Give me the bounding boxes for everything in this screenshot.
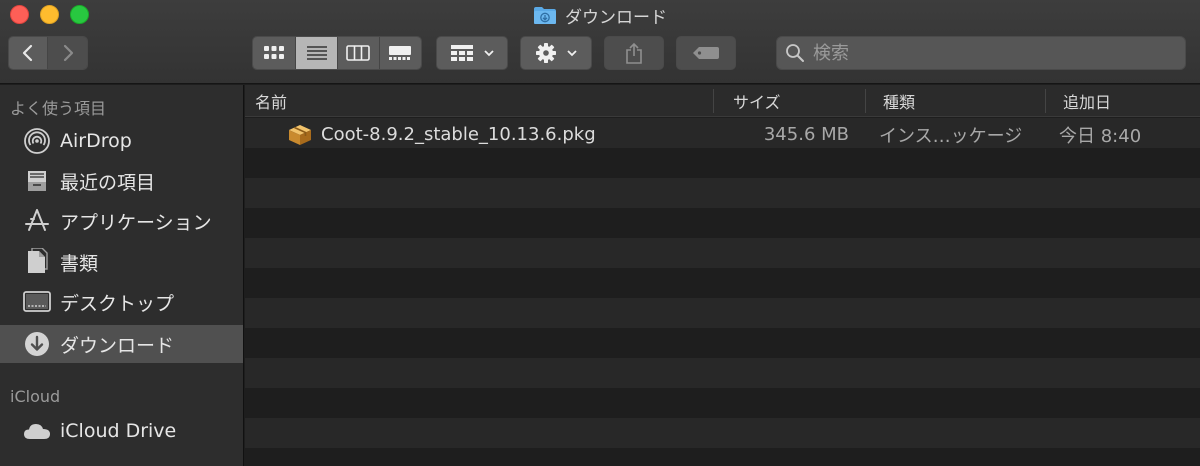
list-stripes bbox=[245, 118, 1200, 466]
sidebar-item-label: 書類 bbox=[60, 252, 99, 275]
file-name: Coot-8.9.2_stable_10.13.6.pkg bbox=[321, 124, 596, 145]
back-button[interactable] bbox=[9, 37, 49, 69]
sidebar-item-recents[interactable]: 最近の項目 bbox=[0, 162, 243, 200]
icon-view-button[interactable] bbox=[253, 37, 297, 69]
window-title: ダウンロード bbox=[0, 3, 1200, 28]
recents-icon bbox=[22, 166, 52, 196]
file-list: 名前 サイズ 種類 追加日 Coot-8.9.2_stable_10.13.6.… bbox=[245, 85, 1200, 466]
tag-button[interactable] bbox=[676, 36, 736, 70]
toolbar: ダウンロード bbox=[0, 0, 1200, 84]
list-header: 名前 サイズ 種類 追加日 bbox=[245, 85, 1200, 117]
tag-icon bbox=[693, 47, 719, 59]
applications-icon bbox=[22, 206, 52, 236]
column-header-name[interactable]: 名前 bbox=[255, 85, 287, 117]
column-view-button[interactable] bbox=[338, 37, 380, 69]
sidebar-item-label: ダウンロード bbox=[60, 334, 175, 357]
action-button[interactable] bbox=[520, 36, 592, 70]
search-icon bbox=[786, 44, 804, 62]
cloud-icon bbox=[22, 416, 52, 446]
chevron-left-icon bbox=[22, 44, 33, 62]
file-size: 345.6 MB bbox=[763, 124, 849, 145]
column-header-date-added[interactable]: 追加日 bbox=[1063, 85, 1111, 117]
forward-button[interactable] bbox=[48, 37, 87, 69]
column-divider[interactable] bbox=[713, 89, 714, 113]
column-header-kind[interactable]: 種類 bbox=[883, 85, 915, 117]
search-field[interactable] bbox=[776, 36, 1186, 70]
sidebar-item-desktop[interactable]: デスクトップ bbox=[0, 283, 243, 321]
icon-view-icon bbox=[264, 46, 285, 59]
file-date-added: 今日 8:40 bbox=[1059, 125, 1142, 147]
sidebar-item-icloud-drive[interactable]: iCloud Drive bbox=[0, 412, 243, 450]
package-icon bbox=[289, 124, 311, 145]
sidebar-item-label: AirDrop bbox=[60, 130, 132, 152]
list-view-button[interactable] bbox=[296, 37, 338, 69]
group-by-button[interactable] bbox=[436, 36, 508, 70]
file-kind: インス…ッケージ bbox=[879, 125, 1023, 147]
sidebar-item-documents[interactable]: 書類 bbox=[0, 243, 243, 281]
column-view-icon bbox=[346, 45, 371, 61]
sidebar-item-label: 最近の項目 bbox=[60, 171, 156, 194]
sidebar-item-airdrop[interactable]: AirDrop bbox=[0, 122, 243, 160]
airdrop-icon bbox=[22, 126, 52, 156]
column-divider[interactable] bbox=[865, 89, 866, 113]
sidebar-item-label: デスクトップ bbox=[60, 292, 175, 315]
sidebar-item-label: アプリケーション bbox=[60, 211, 212, 234]
file-name-cell[interactable]: Coot-8.9.2_stable_10.13.6.pkg bbox=[287, 118, 596, 151]
column-divider[interactable] bbox=[1045, 89, 1046, 113]
chevron-down-icon bbox=[567, 50, 577, 57]
list-view-icon bbox=[306, 46, 327, 60]
desktop-icon bbox=[22, 287, 52, 317]
sidebar-section-favorites: よく使う項目 bbox=[10, 99, 107, 118]
table-row[interactable]: Coot-8.9.2_stable_10.13.6.pkg 345.6 MB イ… bbox=[245, 118, 1200, 151]
sidebar-item-label: iCloud Drive bbox=[60, 420, 177, 442]
gear-icon bbox=[536, 43, 556, 63]
chevron-down-icon bbox=[484, 50, 494, 57]
view-mode-control bbox=[252, 36, 422, 70]
window-title-text: ダウンロード bbox=[565, 7, 667, 28]
column-header-size[interactable]: サイズ bbox=[733, 85, 781, 117]
sidebar-section-icloud: iCloud bbox=[10, 387, 61, 406]
share-button[interactable] bbox=[604, 36, 664, 70]
chevron-right-icon bbox=[63, 44, 73, 62]
gallery-view-button[interactable] bbox=[379, 37, 421, 69]
downloads-folder-icon bbox=[533, 6, 557, 25]
share-icon bbox=[626, 42, 642, 64]
group-by-icon bbox=[451, 45, 473, 61]
sidebar-item-downloads[interactable]: ダウンロード bbox=[0, 325, 243, 363]
documents-icon bbox=[22, 247, 52, 277]
sidebar: よく使う項目 AirDrop 最近の項目 アプリケーション 書類 デスクトップ … bbox=[0, 85, 244, 466]
navigation-buttons bbox=[8, 36, 88, 70]
search-input[interactable] bbox=[813, 42, 1173, 64]
gallery-view-icon bbox=[389, 46, 412, 60]
sidebar-item-applications[interactable]: アプリケーション bbox=[0, 202, 243, 240]
downloads-icon bbox=[22, 329, 52, 359]
